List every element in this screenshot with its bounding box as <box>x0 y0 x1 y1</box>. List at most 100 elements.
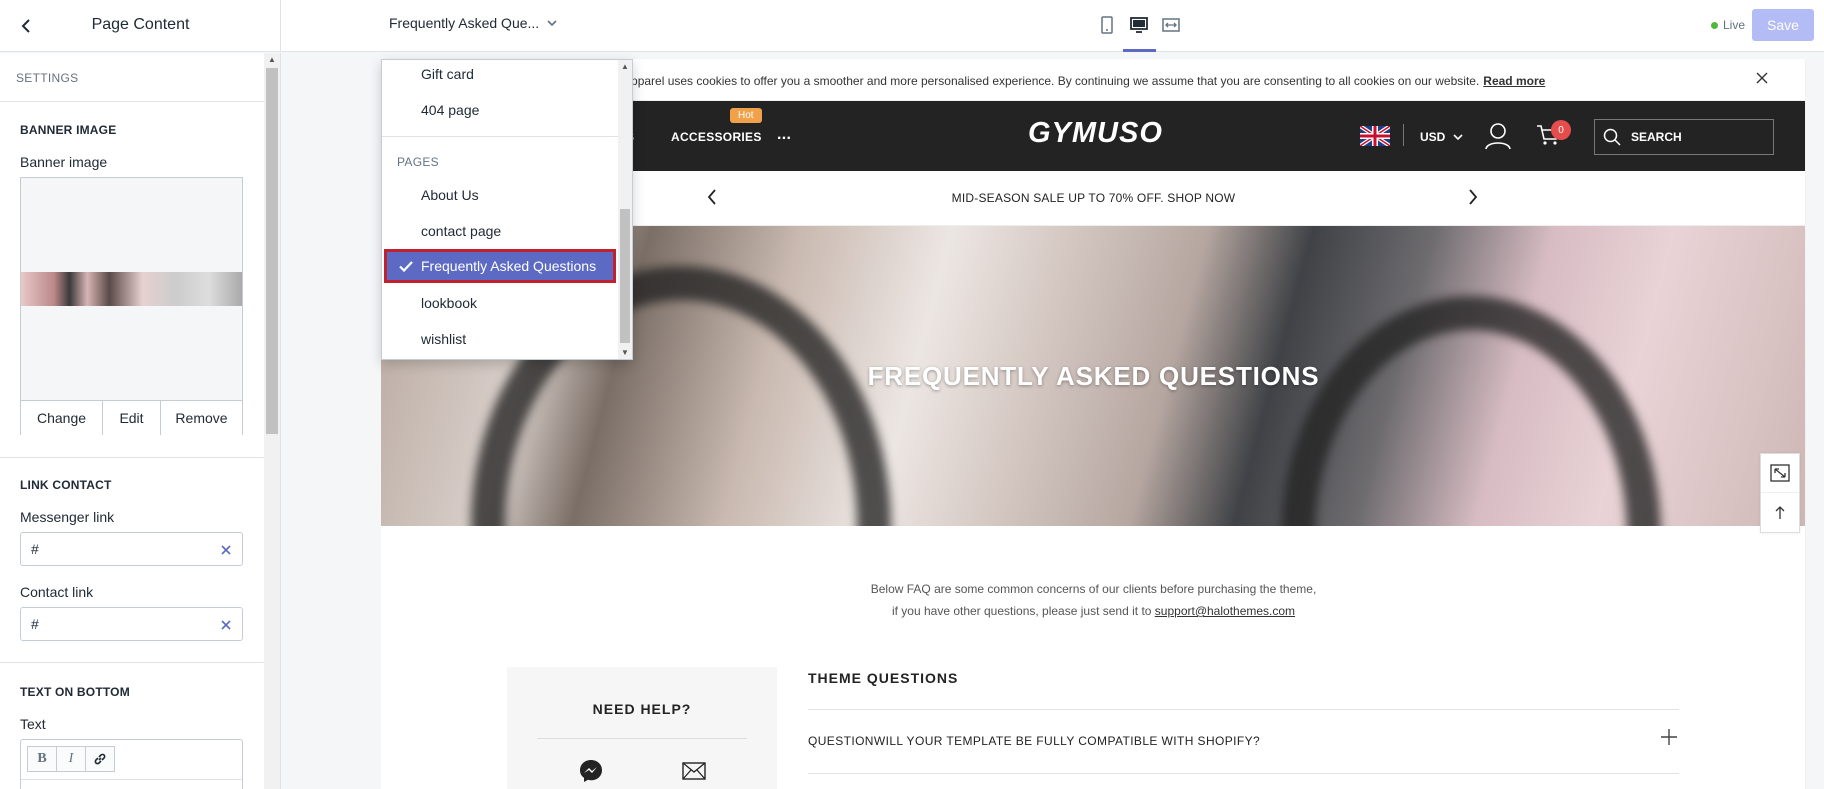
faq-intro: Below FAQ are some common concerns of ou… <box>381 578 1806 622</box>
checkmark-icon <box>399 260 413 272</box>
theme-questions-heading: THEME QUESTIONS <box>808 670 959 686</box>
scrollbar-thumb[interactable] <box>266 68 278 434</box>
rte-toolbar: B I <box>27 746 115 772</box>
mail-icon[interactable] <box>682 762 706 780</box>
question-divider <box>808 773 1679 774</box>
dropdown-option-selected[interactable]: Frequently Asked Questions <box>384 249 616 283</box>
compare-button[interactable] <box>1761 454 1799 493</box>
close-icon <box>221 545 231 555</box>
page-selector[interactable]: Frequently Asked Que... <box>389 15 557 31</box>
uk-flag-icon[interactable] <box>1360 126 1390 146</box>
rte-toolbar-divider <box>21 779 242 780</box>
desktop-icon <box>1130 17 1148 33</box>
desktop-view-button[interactable] <box>1128 12 1150 38</box>
intro-line-2-text: if you have other questions, please just… <box>891 604 1152 618</box>
close-icon <box>221 620 231 630</box>
chevron-down-icon <box>1453 133 1463 140</box>
messenger-icon[interactable] <box>579 759 603 783</box>
nav-more-button[interactable]: ... <box>777 126 791 144</box>
dropdown-option[interactable]: About Us <box>421 187 479 203</box>
clear-messenger-button[interactable] <box>218 542 234 558</box>
contact-link-input[interactable] <box>31 616 201 632</box>
need-help-title: NEED HELP? <box>592 701 692 717</box>
arrow-up-icon <box>1775 505 1785 519</box>
plus-icon[interactable] <box>1661 729 1677 745</box>
cookie-message: muso Apparel uses cookies to offer you a… <box>591 74 1480 88</box>
section-divider <box>0 457 264 458</box>
live-status-label: Live <box>1723 18 1746 32</box>
support-email-link[interactable]: support@halothemes.com <box>1155 604 1295 618</box>
chevron-down-icon <box>547 19 557 26</box>
dropdown-option[interactable]: contact page <box>421 223 501 239</box>
clear-contact-button[interactable] <box>218 617 234 633</box>
selected-option-label: Frequently Asked Questions <box>421 258 597 274</box>
sidebar-header: Page Content <box>0 0 281 52</box>
scrollbar-thumb[interactable] <box>620 209 630 343</box>
dropdown-option[interactable]: Gift card <box>421 66 474 82</box>
hero-decoration <box>1281 296 1661 526</box>
cookie-text: muso Apparel uses cookies to offer you a… <box>591 74 1545 88</box>
banner-image-label: Banner image <box>20 154 108 170</box>
side-tools <box>1760 453 1800 533</box>
preview-scrollbar[interactable] <box>1805 59 1806 789</box>
contact-link-field[interactable] <box>20 607 243 641</box>
chevron-right-icon[interactable] <box>1468 188 1478 206</box>
edit-image-button[interactable]: Edit <box>103 401 161 435</box>
read-more-link[interactable]: Read more <box>1483 74 1545 88</box>
need-help-box: NEED HELP? <box>507 667 777 789</box>
faq-question[interactable]: QUESTIONWILL YOUR TEMPLATE BE FULLY COMP… <box>808 734 1260 748</box>
live-dot-icon <box>1711 21 1718 29</box>
cart-count-badge: 0 <box>1551 120 1571 140</box>
fullscreen-view-button[interactable] <box>1160 12 1182 38</box>
nav-item-accessories[interactable]: ACCESSORIES <box>671 130 762 144</box>
scroll-up-icon: ▲ <box>268 55 276 64</box>
save-button[interactable]: Save <box>1752 9 1814 41</box>
editor-topbar: Page Content Frequently Asked Que... Liv… <box>0 0 1824 52</box>
link-section-title: LINK CONTACT <box>20 478 112 492</box>
currency-label: USD <box>1420 130 1446 144</box>
search-icon <box>1603 128 1621 146</box>
banner-image-preview[interactable]: Change Edit Remove <box>20 177 243 435</box>
dropdown-option[interactable]: lookbook <box>421 295 477 311</box>
sidebar-scrollbar[interactable]: ▲ <box>264 53 280 789</box>
intro-line-1: Below FAQ are some common concerns of ou… <box>870 582 1317 596</box>
banner-section-title: BANNER IMAGE <box>20 123 117 137</box>
back-to-top-button[interactable] <box>1761 493 1799 532</box>
scroll-down-icon: ▼ <box>621 348 629 357</box>
scroll-up-icon: ▲ <box>621 62 629 71</box>
store-search-box[interactable]: SEARCH <box>1594 119 1774 155</box>
store-logo[interactable]: GYMUSO <box>1028 117 1163 150</box>
user-account-icon[interactable] <box>1485 122 1511 150</box>
banner-thumbnail <box>21 272 242 306</box>
close-icon <box>1756 72 1768 84</box>
italic-button[interactable]: I <box>56 746 86 772</box>
need-help-divider <box>537 738 747 739</box>
dropdown-option[interactable]: 404 page <box>421 102 479 118</box>
resize-icon <box>1770 464 1790 482</box>
dropdown-separator <box>382 136 618 137</box>
change-image-button[interactable]: Change <box>21 401 103 435</box>
bold-button[interactable]: B <box>27 746 57 772</box>
section-divider <box>0 662 264 663</box>
page-selector-label: Frequently Asked Que... <box>389 15 540 31</box>
currency-selector[interactable]: USD <box>1420 130 1463 144</box>
settings-sidebar: SETTINGS BANNER IMAGE Banner image Chang… <box>0 53 281 789</box>
messenger-link-input[interactable] <box>31 541 201 557</box>
messenger-link-label: Messenger link <box>20 509 115 525</box>
search-label: SEARCH <box>1631 130 1682 144</box>
close-cookie-button[interactable] <box>1755 71 1769 88</box>
mobile-view-button[interactable] <box>1096 12 1118 38</box>
dropdown-option[interactable]: wishlist <box>421 331 466 347</box>
messenger-link-field[interactable] <box>20 532 243 566</box>
text-label: Text <box>20 716 46 732</box>
sidebar-title: Page Content <box>91 16 190 33</box>
link-button[interactable] <box>85 746 115 772</box>
remove-image-button[interactable]: Remove <box>161 401 242 435</box>
rich-text-editor[interactable]: B I <box>20 739 243 789</box>
dropdown-scrollbar[interactable]: ▲ ▼ <box>618 60 632 359</box>
live-status: Live <box>1711 18 1745 32</box>
question-divider <box>808 709 1679 710</box>
active-device-indicator <box>1123 49 1156 52</box>
contact-link-label: Contact link <box>20 584 94 600</box>
image-actions: Change Edit Remove <box>21 400 242 435</box>
